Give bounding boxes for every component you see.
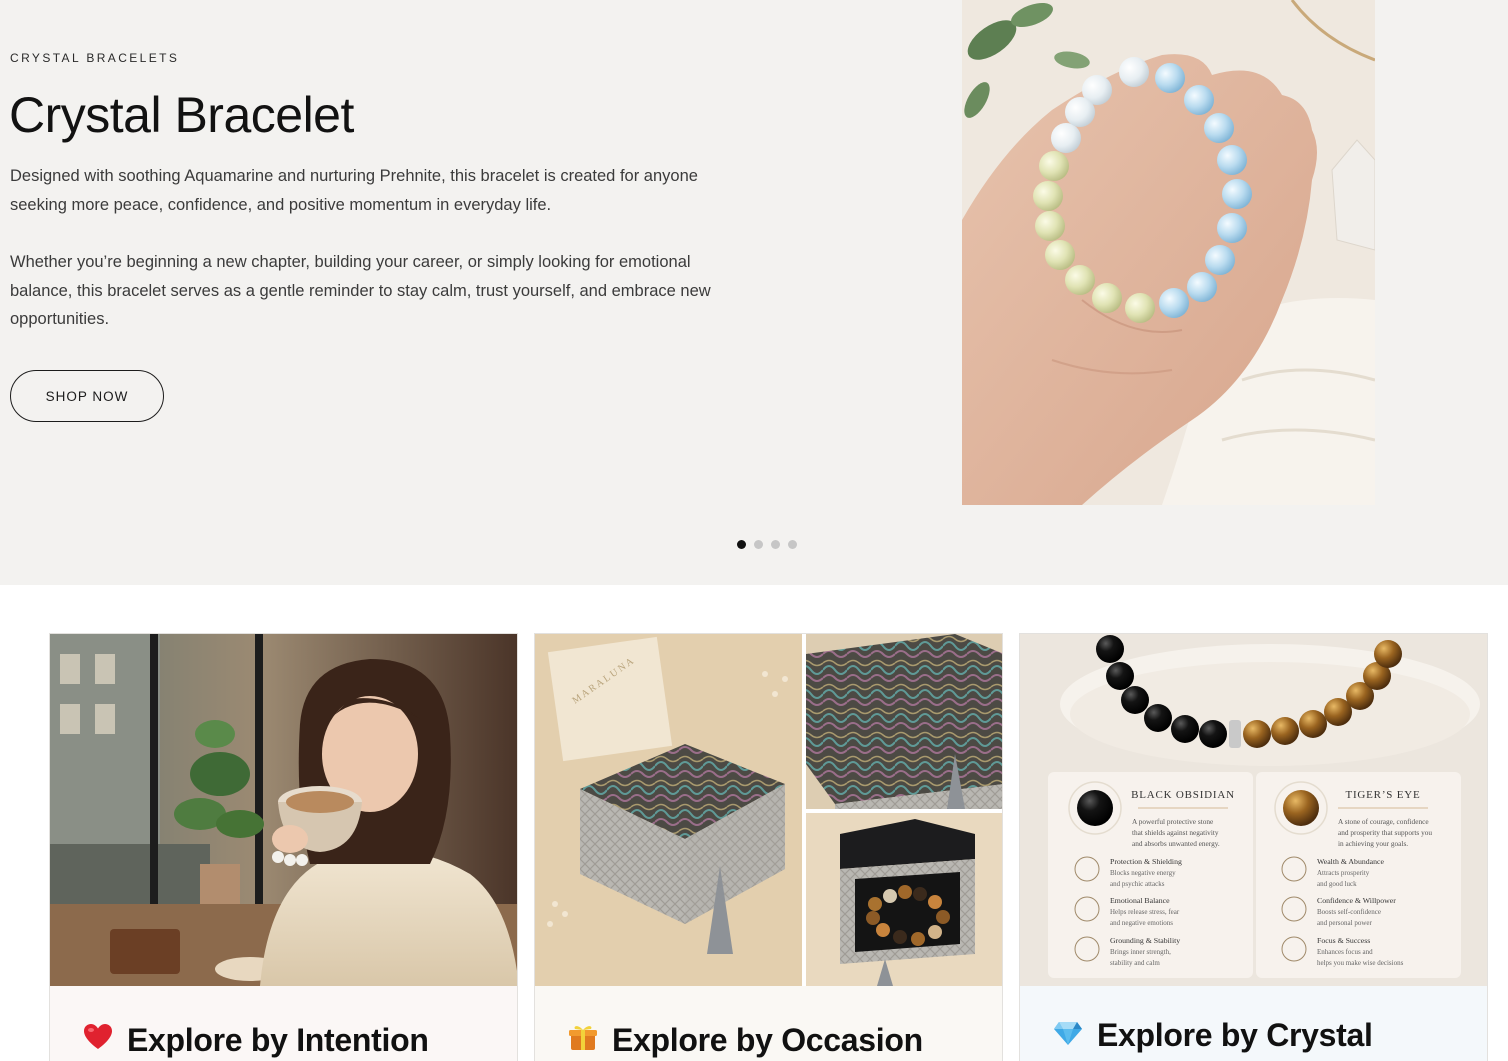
gift-box-collage-photo: M A R A L U N A — [535, 634, 1002, 986]
right-benefit-1-title: Wealth & Abundance — [1317, 857, 1384, 866]
left-benefit-1-line-2: and psychic attacks — [1110, 880, 1165, 888]
left-desc-1: A powerful protective stone — [1132, 817, 1213, 826]
right-benefit-3-line-1: Enhances focus and — [1317, 948, 1373, 956]
carousel-dot-2[interactable] — [754, 540, 763, 549]
black-obsidian-stone-icon — [1077, 790, 1113, 826]
explore-by-occasion-card[interactable]: M A R A L U N A Explore by Occasion — [534, 633, 1003, 1061]
right-benefit-2-title: Confidence & Willpower — [1317, 896, 1396, 905]
card-image-crystal: BLACK OBSIDIAN TIGER’S EYE A powerful pr… — [1020, 634, 1487, 986]
explore-by-crystal-card[interactable]: BLACK OBSIDIAN TIGER’S EYE A powerful pr… — [1019, 633, 1488, 1061]
red-heart-icon — [84, 1024, 112, 1049]
right-desc-2: and prosperity that supports you — [1338, 828, 1432, 837]
left-benefit-3-line-1: Brings inner strength, — [1110, 948, 1171, 956]
card-footer: Explore by Intention — [50, 986, 517, 1061]
right-benefit-2-line-2: and personal power — [1317, 919, 1372, 927]
right-desc-3: in achieving your goals. — [1338, 839, 1408, 848]
tigers-eye-stone-icon — [1283, 790, 1319, 826]
right-desc-1: A stone of courage, confidence — [1338, 817, 1429, 826]
left-stone-name: BLACK OBSIDIAN — [1131, 789, 1235, 801]
carousel-dot-3[interactable] — [771, 540, 780, 549]
left-desc-2: that shields against negativity — [1132, 828, 1219, 837]
crystal-info-card-photo: BLACK OBSIDIAN TIGER’S EYE A powerful pr… — [1020, 634, 1487, 986]
left-benefit-1-line-1: Blocks negative energy — [1110, 869, 1176, 877]
card-footer: Explore by Crystal — [1020, 986, 1487, 1061]
left-benefit-2-line-1: Helps release stress, fear — [1110, 908, 1180, 916]
gift-icon — [569, 1026, 597, 1050]
left-benefit-1-title: Protection & Shielding — [1110, 857, 1182, 866]
carousel-dot-1[interactable] — [737, 540, 746, 549]
carousel-dot-4[interactable] — [788, 540, 797, 549]
left-benefit-3-title: Grounding & Stability — [1110, 936, 1180, 945]
right-benefit-1-line-1: Attracts prosperity — [1317, 869, 1370, 877]
right-benefit-2-line-1: Boosts self-confidence — [1317, 908, 1381, 916]
category-eyebrow: CRYSTAL BRACELETS — [10, 51, 180, 65]
card-image-intention — [50, 634, 517, 986]
left-benefit-2-title: Emotional Balance — [1110, 896, 1170, 905]
shop-now-button[interactable]: SHOP NOW — [10, 370, 164, 422]
carousel-pagination — [737, 540, 797, 549]
card-title-intention: Explore by Intention — [127, 1022, 429, 1058]
right-benefit-3-line-2: helps you make wise decisions — [1317, 959, 1404, 967]
hero-description-1: Designed with soothing Aquamarine and nu… — [10, 167, 698, 214]
card-image-occasion: M A R A L U N A — [535, 634, 1002, 986]
explore-by-intention-card[interactable]: Explore by Intention — [49, 633, 518, 1061]
left-desc-3: and absorbs unwanted energy. — [1132, 839, 1220, 848]
left-benefit-3-line-2: stability and calm — [1110, 959, 1160, 967]
card-title-occasion: Explore by Occasion — [612, 1022, 923, 1058]
card-title-crystal: Explore by Crystal — [1097, 1017, 1373, 1053]
hero-banner: CRYSTAL BRACELETS Crystal Bracelet Desig… — [0, 0, 1508, 585]
hero-description-2: Whether you’re beginning a new chapter, … — [10, 253, 711, 329]
bracelet-in-hand-photo — [962, 0, 1375, 505]
left-benefit-2-line-2: and negative emotions — [1110, 919, 1173, 927]
right-benefit-3-title: Focus & Success — [1317, 936, 1370, 945]
right-benefit-1-line-2: and good luck — [1317, 880, 1357, 888]
woman-with-coffee-photo — [50, 634, 517, 986]
hero-product-image — [962, 0, 1375, 505]
right-stone-name: TIGER’S EYE — [1345, 789, 1420, 801]
hero-title: Crystal Bracelet — [9, 87, 354, 143]
card-footer: Explore by Occasion — [535, 986, 1002, 1061]
gem-icon — [1054, 1022, 1082, 1045]
